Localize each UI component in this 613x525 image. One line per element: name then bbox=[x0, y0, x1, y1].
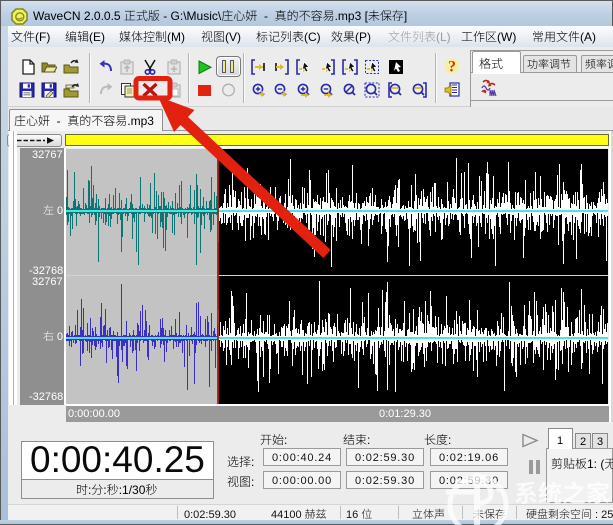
svg-text::: : bbox=[251, 475, 254, 489]
svg-text:0:00:00.00: 0:00:00.00 bbox=[68, 408, 120, 420]
svg-text:0:00:40.25: 0:00:40.25 bbox=[30, 439, 205, 480]
svg-text:.mp3 [: .mp3 [ bbox=[335, 9, 369, 23]
svg-text:- G:\Music\: - G:\Music\ bbox=[160, 9, 222, 23]
svg-text:?: ? bbox=[448, 59, 456, 75]
svg-text:32767: 32767 bbox=[32, 149, 63, 161]
svg-text:0:00:00.00: 0:00:00.00 bbox=[272, 475, 332, 487]
svg-text::: : bbox=[251, 455, 254, 469]
svg-text:-32768: -32768 bbox=[29, 391, 63, 403]
svg-text:3: 3 bbox=[597, 436, 603, 448]
svg-text:32767: 32767 bbox=[32, 276, 63, 288]
svg-text:(E): (E) bbox=[89, 30, 105, 44]
svg-text:(V): (V) bbox=[225, 30, 241, 44]
svg-text:(W): (W) bbox=[497, 30, 516, 44]
svg-text:2: 2 bbox=[580, 436, 586, 448]
svg-text::: : bbox=[88, 483, 91, 497]
svg-text::: : bbox=[367, 433, 370, 447]
svg-text:(M): (M) bbox=[167, 30, 185, 44]
svg-text:WaveCN 2.0.0.5: WaveCN 2.0.0.5 bbox=[33, 9, 124, 23]
svg-text:(C): (C) bbox=[304, 30, 321, 44]
svg-text:0:02:59.30: 0:02:59.30 bbox=[355, 475, 415, 487]
svg-text:1: 1 bbox=[557, 435, 563, 447]
svg-text:0: 0 bbox=[54, 205, 63, 217]
svg-text:1: (: 1: ( bbox=[587, 457, 604, 471]
svg-text:-: - bbox=[257, 9, 274, 23]
svg-text:(A): (A) bbox=[580, 30, 596, 44]
svg-text::1/30: :1/30 bbox=[119, 483, 146, 497]
svg-text:-: - bbox=[50, 114, 67, 128]
svg-text::: : bbox=[104, 483, 107, 497]
svg-text::: : bbox=[284, 433, 287, 447]
svg-text:(F): (F) bbox=[35, 30, 50, 44]
svg-text:]: ] bbox=[404, 9, 407, 23]
svg-text:(L): (L) bbox=[436, 30, 451, 44]
svg-text:0:01:29.30: 0:01:29.30 bbox=[379, 408, 431, 420]
svg-text:0:00:40.24: 0:00:40.24 bbox=[272, 452, 332, 464]
svg-text:(P): (P) bbox=[355, 30, 371, 44]
svg-text:0: 0 bbox=[54, 331, 63, 343]
svg-text::: : bbox=[448, 433, 451, 447]
svg-text:0:02:59.30: 0:02:59.30 bbox=[355, 452, 415, 464]
